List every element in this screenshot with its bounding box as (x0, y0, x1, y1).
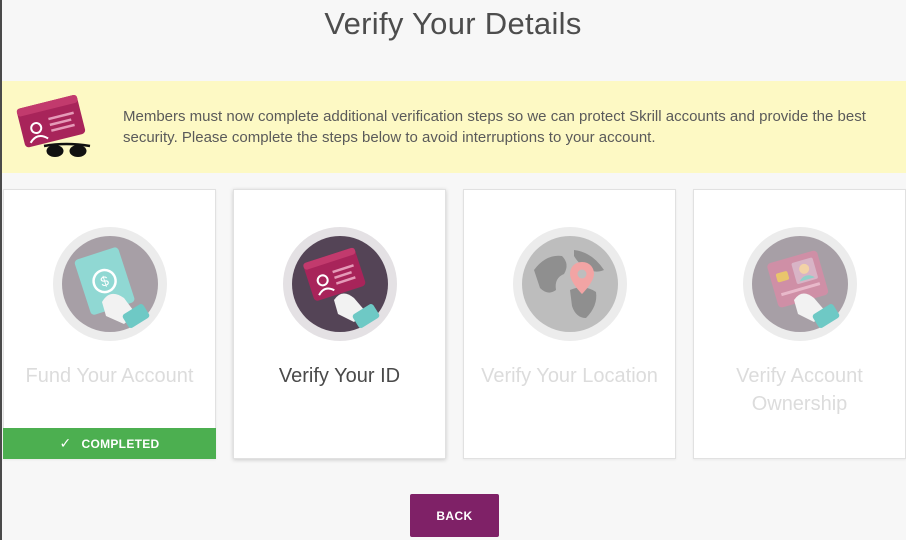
photo-card-hand-icon (742, 227, 857, 341)
verification-steps: $ Fund Your Account ✓ COMPLETED Verify Y… (0, 189, 906, 461)
globe-location-pin-icon (512, 227, 627, 341)
id-card-with-sunglasses-icon (16, 94, 91, 157)
step-label: Verify Account Ownership (736, 365, 863, 415)
notice-text: Members must now complete additional ver… (123, 108, 866, 146)
step-card-verify-id[interactable]: Verify Your ID (233, 189, 446, 459)
step-label: Verify Your ID (278, 365, 401, 387)
step-label: Fund Your Account (25, 365, 194, 387)
completed-status-label: COMPLETED (81, 436, 160, 451)
page-title: Verify Your Details (324, 6, 582, 41)
money-hand-icon: $ (52, 227, 167, 341)
step-label: Verify Your Location (481, 365, 658, 387)
back-button[interactable]: BACK (410, 494, 499, 537)
step-card-verify-ownership[interactable]: Verify Account Ownership (693, 189, 906, 459)
step-card-fund-account[interactable]: $ Fund Your Account ✓ COMPLETED (3, 189, 216, 459)
checkmark-icon: ✓ (59, 435, 72, 451)
step-card-verify-location[interactable]: Verify Your Location (463, 189, 676, 459)
verification-notice-banner: Members must now complete additional ver… (2, 81, 906, 173)
id-card-hand-icon (282, 227, 397, 341)
completed-status-bar: ✓ COMPLETED (3, 428, 216, 459)
